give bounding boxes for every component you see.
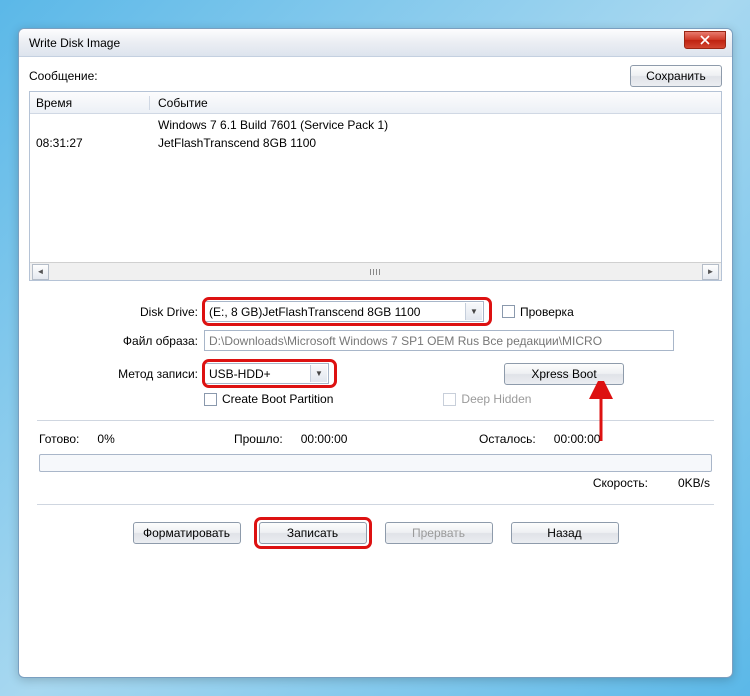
deep-hidden-checkbox — [443, 393, 456, 406]
log-row: 08:31:27 JetFlashTranscend 8GB 1100 — [30, 134, 721, 152]
button-bar: Форматировать Записать Прервать Назад — [29, 514, 722, 546]
disk-drive-label: Disk Drive: — [29, 305, 204, 319]
chevron-down-icon[interactable]: ▼ — [310, 365, 327, 382]
separator — [37, 504, 714, 506]
col-time-header[interactable]: Время — [30, 96, 150, 110]
format-button[interactable]: Форматировать — [133, 522, 241, 544]
log-box: Время Событие Windows 7 6.1 Build 7601 (… — [29, 91, 722, 281]
progress-bar — [39, 454, 712, 472]
titlebar[interactable]: Write Disk Image — [19, 29, 732, 57]
check-checkbox[interactable] — [502, 305, 515, 318]
check-label: Проверка — [520, 305, 574, 319]
scroll-grip-icon — [370, 269, 382, 275]
content-area: Сообщение: Сохранить Время Событие Windo… — [19, 57, 732, 677]
close-button[interactable] — [684, 31, 726, 49]
save-button[interactable]: Сохранить — [630, 65, 722, 87]
xpress-boot-button[interactable]: Xpress Boot — [504, 363, 624, 385]
chevron-down-icon[interactable]: ▼ — [465, 303, 482, 320]
col-event-header[interactable]: Событие — [150, 96, 721, 110]
abort-button: Прервать — [385, 522, 493, 544]
write-button[interactable]: Записать — [259, 522, 367, 544]
image-file-input[interactable]: D:\Downloads\Microsoft Windows 7 SP1 OEM… — [204, 330, 674, 351]
write-disk-image-window: Write Disk Image Сообщение: Сохранить Вр… — [18, 28, 733, 678]
scroll-left-icon[interactable]: ◄ — [32, 264, 49, 280]
scroll-right-icon[interactable]: ► — [702, 264, 719, 280]
window-title: Write Disk Image — [29, 36, 120, 50]
write-method-label: Метод записи: — [29, 367, 204, 381]
message-label: Сообщение: — [29, 69, 98, 83]
write-method-select[interactable]: USB-HDD+ ▼ — [204, 363, 329, 384]
back-button[interactable]: Назад — [511, 522, 619, 544]
log-row: Windows 7 6.1 Build 7601 (Service Pack 1… — [30, 116, 721, 134]
create-boot-partition-checkbox[interactable] — [204, 393, 217, 406]
separator — [37, 420, 714, 422]
log-body: Windows 7 6.1 Build 7601 (Service Pack 1… — [30, 114, 721, 262]
horizontal-scrollbar[interactable]: ◄ ► — [30, 262, 721, 280]
disk-drive-select[interactable]: (E:, 8 GB)JetFlashTranscend 8GB 1100 ▼ — [204, 301, 484, 322]
status-row: Готово:0% Прошло:00:00:00 Осталось:00:00… — [29, 430, 722, 448]
create-boot-partition-label: Create Boot Partition — [222, 392, 333, 406]
close-icon — [700, 35, 710, 45]
image-file-label: Файл образа: — [29, 334, 204, 348]
log-header: Время Событие — [30, 92, 721, 114]
speed-row: Скорость:0KB/s — [29, 476, 722, 498]
deep-hidden-label: Deep Hidden — [461, 392, 531, 406]
